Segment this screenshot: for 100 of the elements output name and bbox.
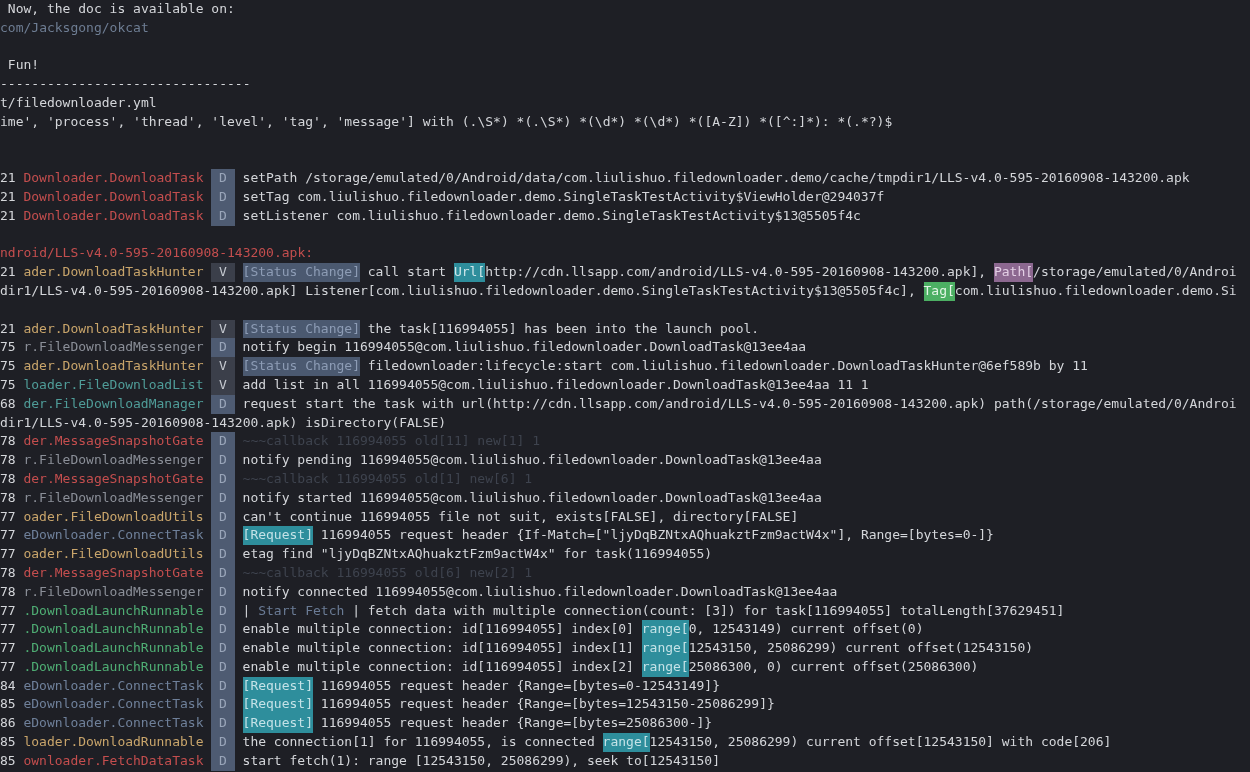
log-message: enable multiple connection: id[116994055] index[2] [242, 657, 635, 676]
log-tag: eDownloader.ConnectTask [23, 714, 204, 734]
log-message: notify connected 116994055@com.liulishuo.filedownloader.DownloadTask@13ee4aa [242, 582, 838, 601]
log-tag: der.MessageSnapshotGate [23, 563, 204, 583]
log-tag: ownloader.FetchDataTask [23, 751, 204, 771]
range-label: range[ [641, 657, 689, 677]
log-tag: Downloader.DownloadTask [23, 187, 204, 207]
log-tag: Downloader.DownloadTask [23, 206, 204, 226]
url-label: Url[ [453, 263, 486, 282]
process-id: 77 [0, 601, 17, 620]
log-tag: ader.DownloadTaskHunter [23, 357, 204, 376]
log-message: setTag com.liulishuo.filedownloader.demo.SingleTaskTestActivity$ViewHolder@294037f [242, 187, 885, 206]
log-message: /storage/emulated/0/Androi [1033, 263, 1237, 282]
range-label: range[ [641, 639, 689, 658]
level-badge: D [211, 169, 235, 188]
log-tag: loader.FileDownloadList [23, 375, 204, 395]
level-badge: D [211, 695, 235, 715]
log-message: the connection[1] for 116994055, is connected [242, 733, 596, 752]
log-tag: r.FileDownloadMessenger [23, 582, 204, 602]
process-id: 78 [0, 451, 17, 470]
level-badge: V [211, 319, 235, 339]
log-tag: eDownloader.ConnectTask [23, 526, 204, 546]
console-text: -------------------------------- [0, 75, 251, 94]
process-id: 78 [0, 488, 17, 507]
level-badge: D [211, 639, 235, 658]
range-label: range[ [641, 620, 689, 640]
process-id: 77 [0, 657, 17, 676]
log-message: the task[116994055] has been into the launch pool. [366, 319, 760, 338]
process-id: 78 [0, 432, 17, 451]
process-id: 21 [0, 319, 17, 338]
log-message: enable multiple connection: id[116994055] index[0] [242, 620, 635, 639]
process-id: 21 [0, 187, 17, 206]
log-message: add list in all 116994055@com.liulishuo.filedownloader.DownloadTask@13ee4aa 11 1 [242, 375, 869, 394]
request-label: [Request] [242, 695, 313, 715]
range-label: range[ [602, 733, 650, 752]
level-badge: D [211, 451, 235, 470]
log-tag: ader.DownloadTaskHunter [23, 263, 204, 282]
level-badge: D [211, 526, 235, 546]
level-badge: D [211, 714, 235, 734]
level-badge: D [211, 620, 235, 640]
log-tag: Downloader.DownloadTask [23, 169, 204, 188]
process-id: 78 [0, 582, 17, 601]
process-id: 21 [0, 169, 17, 188]
process-id: 77 [0, 545, 17, 564]
log-tag: .DownloadLaunchRunnable [23, 639, 204, 658]
log-message: request start the task with url(http://cdn.llsapp.com/android/LLS-v4.0-595-20160908-143200.apk) path(/storage/emulated/0/Androi [242, 394, 1237, 413]
path-label: Path[ [993, 263, 1034, 282]
process-id: 68 [0, 394, 17, 413]
log-message: 116994055 request header {Range=[bytes=12543150-25086299]} [319, 695, 775, 714]
process-id: 77 [0, 507, 17, 526]
log-message: filedownloader:lifecycle:start com.liulishuo.filedownloader.DownloadTaskHunter@6ef589b by 11 [366, 357, 1088, 376]
process-id: 77 [0, 620, 17, 639]
level-badge: V [211, 263, 235, 282]
process-id: 77 [0, 526, 17, 545]
status-label: [Status Change] [242, 319, 360, 339]
log-message: can't continue 116994055 file not suit, exists[FALSE], directory[FALSE] [242, 507, 799, 526]
request-label: [Request] [242, 676, 313, 696]
log-message: | [242, 601, 252, 620]
process-id: 85 [0, 751, 17, 770]
log-message: 116994055 request header {If-Match=["ljyDqBZNtxAQhuakztFzm9actW4x"], Range=[bytes=0-]} [319, 526, 994, 545]
log-tag: der.MessageSnapshotGate [23, 469, 204, 489]
log-tag: r.FileDownloadMessenger [23, 338, 204, 358]
process-id: 78 [0, 563, 17, 582]
log-message: 116994055 request header {Range=[bytes=0-12543149]} [319, 676, 720, 695]
level-badge: D [211, 545, 235, 564]
log-message: setListener com.liulishuo.filedownloader.demo.SingleTaskTestActivity$13@5505f4c [242, 206, 861, 225]
process-id: 85 [0, 733, 17, 752]
console-text: Fun! [6, 56, 40, 75]
log-message: 25086300, 0) current offset(25086300) [688, 657, 979, 676]
console-text: ndroid/LLS-v4.0-595-20160908-143200.apk: [0, 244, 314, 263]
log-tag: .DownloadLaunchRunnable [23, 620, 204, 640]
log-tag: loader.DownloadRunnable [23, 733, 204, 752]
log-message: call start [366, 263, 448, 282]
log-tag: r.FileDownloadMessenger [23, 451, 204, 470]
request-label: [Request] [242, 714, 313, 734]
request-label: [Request] [242, 526, 313, 546]
console-text: ime', 'process', 'thread', 'level', 'tag', 'message'] with (.\S*) *(.\S*) *(\d*) *(\d*) *([A-Z]) *([^:]*): *(.*?)$ [0, 112, 893, 131]
log-tag: .DownloadLaunchRunnable [23, 657, 204, 677]
log-message: dir1/LLS-v4.0-595-20160908-143200.apk) isDirectory(FALSE) [0, 413, 447, 432]
log-message: setPath /storage/emulated/0/Android/data/com.liulishuo.filedownloader.demo/cache/tmpdir1/LLS-v4.0-595-20160908-143200.apk [242, 169, 1190, 188]
log-tag: r.FileDownloadMessenger [23, 488, 204, 508]
log-message: com.liulishuo.filedownloader.demo.Si [954, 281, 1237, 300]
log-message: enable multiple connection: id[116994055] index[1] [242, 639, 635, 658]
log-tag: eDownloader.ConnectTask [23, 695, 204, 715]
level-badge: D [211, 733, 235, 752]
process-id: 77 [0, 639, 17, 658]
process-id: 21 [0, 263, 17, 282]
log-message: 116994055 request header {Range=[bytes=25086300-]} [319, 714, 713, 733]
log-message: start fetch(1): range [12543150, 25086299), seek to[12543150] [242, 751, 720, 770]
log-tag: der.MessageSnapshotGate [23, 432, 204, 452]
log-message: 12543150, 25086299) current offset[12543150] with code[206] [649, 733, 1112, 752]
level-badge: D [211, 338, 235, 358]
console-text: t/filedownloader.yml [0, 94, 157, 112]
log-tag: oader.FileDownloadUtils [23, 507, 204, 527]
log-tag: .DownloadLaunchRunnable [23, 601, 204, 621]
process-id: 21 [0, 206, 17, 225]
process-id: 84 [0, 676, 17, 695]
log-message: dir1/LLS-v4.0-595-20160908-143200.apk] Listener[com.liulishuo.filedownloader.demo.SingleTaskTestActivity$13@5505f4c], [0, 281, 917, 300]
log-message: 12543150, 25086299) current offset(12543150) [688, 639, 1034, 658]
log-message: etag find "ljyDqBZNtxAQhuakztFzm9actW4x" for task(116994055) [242, 545, 713, 564]
